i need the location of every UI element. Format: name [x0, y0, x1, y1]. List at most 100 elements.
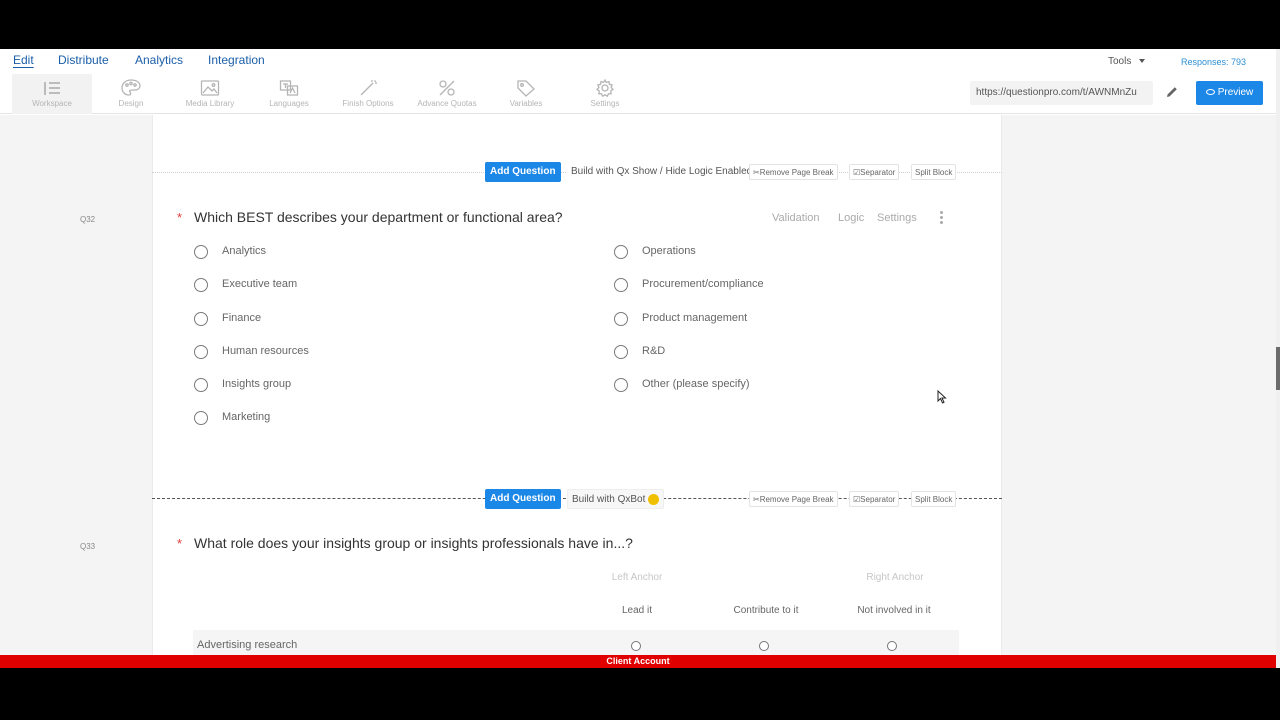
- nav-integration[interactable]: Integration: [208, 53, 265, 67]
- chevron-down-icon: [1139, 59, 1146, 64]
- gear-icon: [595, 79, 615, 97]
- radio-button[interactable]: [194, 278, 208, 292]
- tool-settings[interactable]: Settings: [565, 74, 645, 114]
- option-label: Executive team: [222, 278, 298, 290]
- lock-icon: [648, 493, 660, 505]
- radio-button[interactable]: [614, 278, 628, 292]
- validation-link[interactable]: Validation: [772, 212, 820, 224]
- split-block-button[interactable]: Split Block: [911, 491, 957, 507]
- client-account-banner: Client Account: [0, 655, 1276, 668]
- tool-label: Design: [118, 99, 144, 108]
- option-label: Marketing: [222, 411, 271, 423]
- radio-button[interactable]: [194, 378, 208, 392]
- right-anchor-label[interactable]: Right Anchor: [845, 572, 945, 583]
- radio-button[interactable]: [194, 345, 208, 359]
- split-block-button[interactable]: Split Block: [911, 164, 957, 180]
- radio-button[interactable]: [194, 245, 208, 259]
- pencil-icon[interactable]: [1165, 85, 1179, 99]
- option-label: Other (please specify): [642, 378, 750, 390]
- remove-page-break-button[interactable]: ✂Remove Page Break: [749, 491, 838, 507]
- question-number: Q32: [80, 215, 96, 224]
- tool-design[interactable]: Design: [91, 74, 171, 114]
- tool-media-library[interactable]: Media Library: [170, 74, 250, 114]
- matrix-row-label: Advertising research: [197, 639, 298, 651]
- build-with-qxbot-label: Build with QxBot: [572, 494, 646, 505]
- column-header: Contribute to it: [733, 605, 799, 616]
- option-label: R&D: [642, 345, 666, 357]
- build-with-qxbot-button[interactable]: Build with QxBot: [567, 489, 665, 509]
- mouse-cursor-icon: [937, 390, 947, 404]
- scissors-icon: ✂: [753, 495, 760, 504]
- separator-label: Separator: [860, 168, 896, 177]
- survey-editor: Edit Distribute Analytics Integration To…: [0, 49, 1280, 668]
- radio-button[interactable]: [759, 641, 769, 651]
- letterbox-bottom: [0, 668, 1280, 720]
- image-icon: [200, 80, 220, 96]
- tool-advance-quotas[interactable]: Advance Quotas: [407, 74, 487, 114]
- tag-icon: [517, 80, 535, 97]
- palette-icon: [121, 79, 141, 96]
- nav-distribute[interactable]: Distribute: [58, 53, 109, 67]
- responses-count[interactable]: Responses: 793: [1181, 57, 1246, 67]
- remove-page-break-label: Remove Page Break: [759, 495, 834, 504]
- editor-toolbar: Workspace Design Media Library Languages…: [0, 74, 1276, 114]
- left-anchor-label[interactable]: Left Anchor: [587, 572, 687, 583]
- tool-languages[interactable]: Languages: [249, 74, 329, 114]
- add-question-button[interactable]: Add Question: [485, 162, 561, 182]
- top-nav: Edit Distribute Analytics Integration To…: [0, 49, 1276, 74]
- radio-button[interactable]: [194, 411, 208, 425]
- preview-button[interactable]: Preview: [1196, 81, 1263, 105]
- option-label: Finance: [222, 312, 262, 324]
- matrix-row: Advertising research: [193, 630, 959, 655]
- scissors-icon: ✂: [753, 168, 760, 177]
- tool-label: Settings: [590, 99, 620, 108]
- tool-label: Workspace: [32, 99, 72, 108]
- radio-button[interactable]: [614, 378, 628, 392]
- survey-url-field[interactable]: https://questionpro.com/t/AWNMnZu: [970, 81, 1153, 105]
- radio-button[interactable]: [614, 345, 628, 359]
- nav-analytics[interactable]: Analytics: [135, 53, 183, 67]
- radio-button[interactable]: [887, 641, 897, 651]
- option-label: Analytics: [222, 245, 267, 257]
- eye-icon: [1205, 89, 1215, 96]
- remove-page-break-button[interactable]: ✂Remove Page Break: [749, 164, 838, 180]
- tool-variables[interactable]: Variables: [486, 74, 566, 114]
- add-question-button[interactable]: Add Question: [485, 489, 561, 509]
- tools-label: Tools: [1108, 56, 1132, 67]
- radio-button[interactable]: [614, 245, 628, 259]
- tool-label: Advance Quotas: [417, 99, 477, 108]
- tool-label: Finish Options: [342, 99, 394, 108]
- more-options-icon[interactable]: [940, 211, 943, 226]
- remove-page-break-label: Remove Page Break: [759, 168, 834, 177]
- languages-icon: [279, 80, 299, 96]
- tool-finish-options[interactable]: Finish Options: [328, 74, 408, 114]
- build-with-qx-button[interactable]: Build with Qx Show / Hide Logic Enabled: [567, 162, 757, 182]
- tool-label: Variables: [509, 99, 543, 108]
- question-title[interactable]: What role does your insights group or in…: [194, 535, 633, 551]
- option-label: Procurement/compliance: [642, 278, 764, 290]
- tool-workspace[interactable]: Workspace: [12, 74, 92, 114]
- workspace-icon: [44, 82, 60, 95]
- radio-button[interactable]: [631, 641, 641, 651]
- option-label: Operations: [642, 245, 696, 257]
- quotas-icon: [439, 80, 455, 96]
- question-title[interactable]: Which BEST describes your department or …: [194, 209, 563, 225]
- radio-button[interactable]: [194, 312, 208, 326]
- page-scrollbar[interactable]: [1276, 49, 1280, 668]
- preview-button-label: Preview: [1217, 87, 1254, 98]
- separator-toggle[interactable]: ☑Separator: [849, 164, 900, 180]
- settings-link[interactable]: Settings: [877, 212, 917, 224]
- option-label: Human resources: [222, 345, 309, 357]
- separator-label: Separator: [860, 495, 896, 504]
- wand-icon: [360, 80, 377, 96]
- column-header: Lead it: [621, 605, 653, 616]
- page-scrollbar-thumb[interactable]: [1276, 347, 1280, 390]
- tools-menu[interactable]: Tools: [1108, 56, 1146, 67]
- radio-button[interactable]: [614, 312, 628, 326]
- option-label: Insights group: [222, 378, 292, 390]
- tool-label: Languages: [269, 99, 309, 108]
- logic-link[interactable]: Logic: [838, 212, 864, 224]
- nav-edit[interactable]: Edit: [13, 53, 34, 67]
- separator-toggle[interactable]: ☑Separator: [849, 491, 900, 507]
- required-marker: *: [177, 536, 183, 551]
